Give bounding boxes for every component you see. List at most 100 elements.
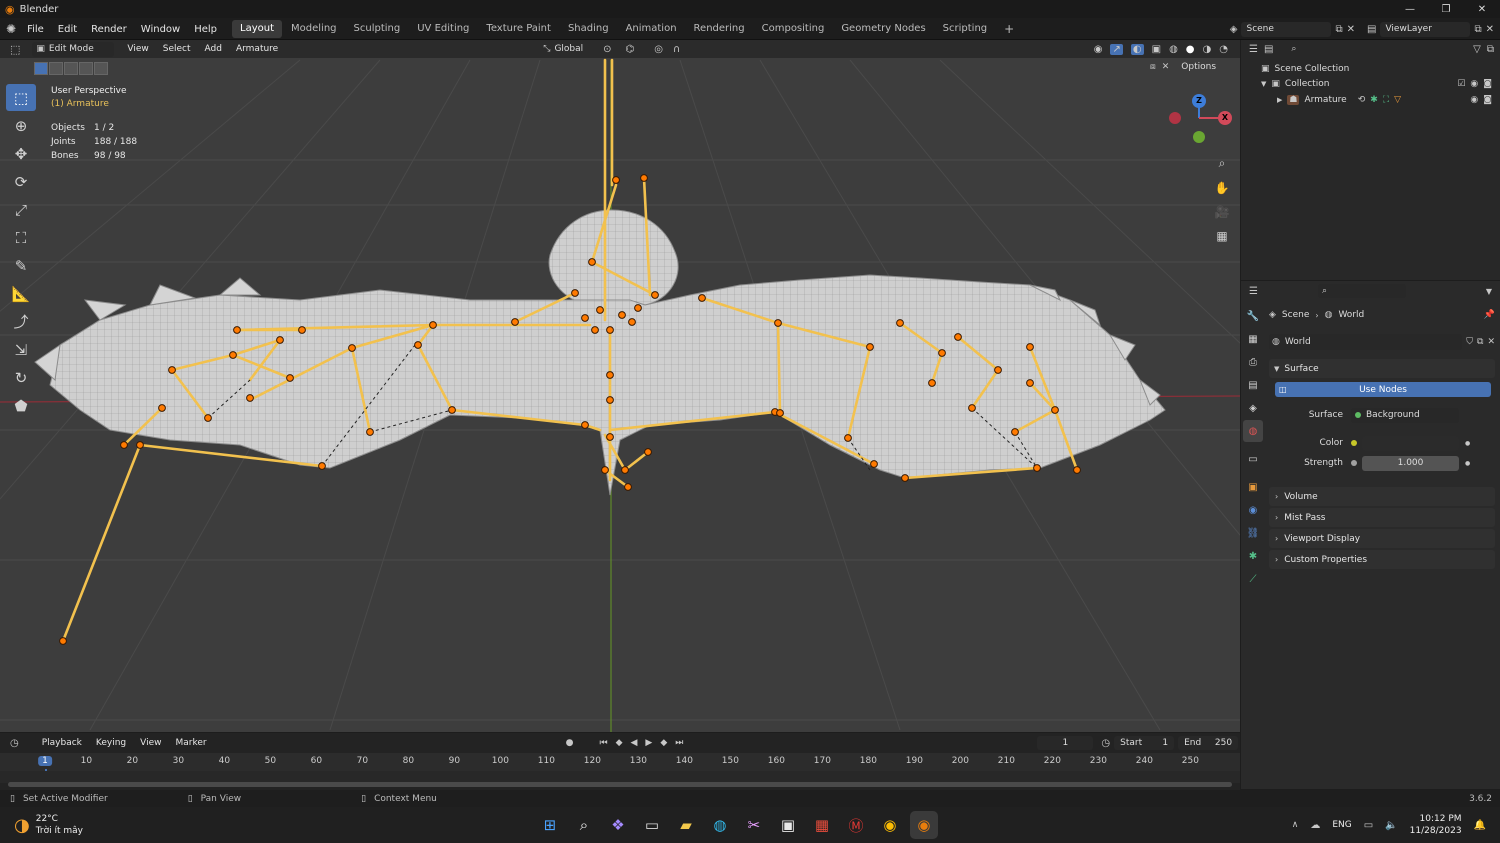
mode-selector[interactable]: ▣ Edit Mode: [32, 41, 115, 57]
material-shading-icon[interactable]: ◑: [1203, 44, 1212, 55]
duplicate-icon[interactable]: ⧉: [1477, 337, 1483, 347]
delete-scene-icon[interactable]: ✕: [1347, 24, 1355, 35]
camera-view-icon[interactable]: 🎥: [1210, 200, 1234, 223]
snipping-tool-icon[interactable]: ✂: [740, 811, 768, 839]
menu-edit[interactable]: Edit: [51, 24, 84, 35]
bone-joint[interactable]: [1033, 464, 1041, 472]
timeline-menu-keying[interactable]: Keying: [89, 738, 133, 748]
outliner-editor-icon[interactable]: ☰: [1249, 44, 1258, 55]
bone-joint[interactable]: [606, 396, 614, 404]
next-keyframe-icon[interactable]: ◆: [660, 738, 667, 748]
close-small-icon[interactable]: ✕: [1162, 62, 1170, 72]
outliner-search[interactable]: ⌕: [1287, 42, 1370, 56]
timeline-scrollbar[interactable]: [8, 782, 1232, 787]
bone-joint[interactable]: [601, 466, 609, 474]
bone-joint[interactable]: [581, 421, 589, 429]
list-item[interactable]: ▶ ☗ Armature ⟲ ✱ ⛶ ▽ ◉ ◙: [1241, 92, 1500, 108]
maximize-button[interactable]: ❐: [1428, 4, 1464, 15]
bone-envelope-tool-icon[interactable]: ⬟: [6, 392, 36, 419]
jump-end-icon[interactable]: ⏭: [675, 738, 683, 748]
bone-joint[interactable]: [1073, 466, 1081, 474]
viewport-display-panel-header[interactable]: › Viewport Display: [1269, 529, 1495, 548]
rotate-tool-icon[interactable]: ⟳: [6, 168, 36, 195]
volume-icon[interactable]: 🔈: [1385, 820, 1397, 831]
bone-joint[interactable]: [229, 351, 237, 359]
ortho-grid-icon[interactable]: ▦: [1210, 224, 1234, 247]
bone-joint[interactable]: [581, 314, 589, 322]
color-swatch[interactable]: [1362, 435, 1459, 451]
bone-joint[interactable]: [968, 404, 976, 412]
list-item[interactable]: ▼ ▣ Collection ☑ ◉ ◙: [1241, 76, 1500, 92]
tab-animation[interactable]: Animation: [618, 20, 685, 38]
tab-shading[interactable]: Shading: [560, 20, 617, 38]
proportional-edit-icon[interactable]: ◎: [654, 44, 663, 55]
office-app-icon[interactable]: ▦: [808, 811, 836, 839]
physics-tab-icon[interactable]: ◉: [1243, 499, 1263, 521]
bone-joint[interactable]: [318, 462, 326, 470]
select-invert-icon[interactable]: [79, 62, 93, 75]
view-layer-selector[interactable]: ViewLayer: [1380, 21, 1471, 37]
tab-geometry-nodes[interactable]: Geometry Nodes: [833, 20, 933, 38]
output-tab-icon[interactable]: ⎙: [1243, 351, 1263, 373]
bone-tab-icon[interactable]: ⟋: [1243, 568, 1263, 590]
start-windows-icon[interactable]: ⊞: [536, 811, 564, 839]
tab-texture-paint[interactable]: Texture Paint: [478, 20, 559, 38]
select-box-tool-icon[interactable]: ⬚: [6, 84, 36, 111]
bone-joint[interactable]: [286, 374, 294, 382]
cursor-tool-icon[interactable]: ⊕: [6, 112, 36, 139]
gizmo-toggle-icon[interactable]: ↗: [1110, 43, 1123, 55]
auto-keying-icon[interactable]: ●: [566, 738, 574, 748]
bone-joint[interactable]: [233, 326, 241, 334]
minimize-button[interactable]: —: [1392, 4, 1428, 15]
volume-panel-header[interactable]: › Volume: [1269, 487, 1495, 506]
bone-joint[interactable]: [120, 441, 128, 449]
pivot-icon[interactable]: ⊙: [603, 44, 611, 55]
new-view-layer-icon[interactable]: ⧉: [1474, 24, 1481, 35]
language-indicator[interactable]: ENG: [1332, 820, 1351, 830]
surface-shader-selector[interactable]: Background: [1351, 407, 1459, 423]
bone-joint[interactable]: [246, 394, 254, 402]
stopwatch-icon[interactable]: ◷: [1101, 738, 1110, 749]
bone-joint[interactable]: [651, 291, 659, 299]
bone-size-tool-icon[interactable]: ⇲: [6, 336, 36, 363]
chevron-up-icon[interactable]: ∧: [1292, 820, 1299, 830]
bone-joint[interactable]: [994, 366, 1002, 374]
tab-modeling[interactable]: Modeling: [283, 20, 345, 38]
bone-joint[interactable]: [276, 336, 284, 344]
view-layer-icon[interactable]: ▤: [1367, 24, 1376, 35]
annotate-tool-icon[interactable]: ✎: [6, 252, 36, 279]
render-camera-icon[interactable]: ◙: [1483, 95, 1492, 105]
bone-joint[interactable]: [204, 414, 212, 422]
eye-icon[interactable]: ◉: [1470, 95, 1478, 105]
notification-bell-icon[interactable]: 🔔: [1474, 820, 1486, 831]
blender-taskbar-icon[interactable]: ◉: [909, 811, 938, 839]
expand-chevron-icon[interactable]: ▶: [1277, 96, 1282, 104]
chrome-icon[interactable]: ◉: [876, 811, 904, 839]
menu-help[interactable]: Help: [187, 24, 224, 35]
navigation-gizmo[interactable]: Z X: [1165, 90, 1235, 150]
move-tool-icon[interactable]: ✥: [6, 140, 36, 167]
view-layer-tab-icon[interactable]: ▤: [1243, 374, 1263, 396]
object-tab-icon[interactable]: ▣: [1243, 476, 1263, 498]
overlay-toggle-icon[interactable]: ◐: [1130, 43, 1144, 55]
widgets-icon[interactable]: ❖: [604, 811, 632, 839]
render-tab-icon[interactable]: ▦: [1243, 328, 1263, 350]
bone-joint[interactable]: [59, 637, 67, 645]
menu-window[interactable]: Window: [134, 24, 187, 35]
armature-data-icon[interactable]: ⛶: [1383, 95, 1389, 105]
play-icon[interactable]: ▶: [645, 738, 652, 748]
tool-tab-icon[interactable]: 🔧: [1243, 305, 1263, 327]
bone-joint[interactable]: [298, 326, 306, 334]
select-subtract-icon[interactable]: [64, 62, 78, 75]
menu-render[interactable]: Render: [84, 24, 134, 35]
bone-joint[interactable]: [844, 434, 852, 442]
task-view-icon[interactable]: ▭: [638, 811, 666, 839]
armature-tab-icon[interactable]: ✱: [1243, 545, 1263, 567]
bone-joint[interactable]: [954, 333, 962, 341]
network-icon[interactable]: ▭: [1364, 820, 1373, 831]
bone-joint[interactable]: [866, 343, 874, 351]
bone-joint[interactable]: [776, 409, 784, 417]
bone-joint[interactable]: [366, 428, 374, 436]
collection-tab-icon[interactable]: ▭: [1243, 448, 1263, 470]
pose-icon[interactable]: ✱: [1370, 95, 1378, 105]
